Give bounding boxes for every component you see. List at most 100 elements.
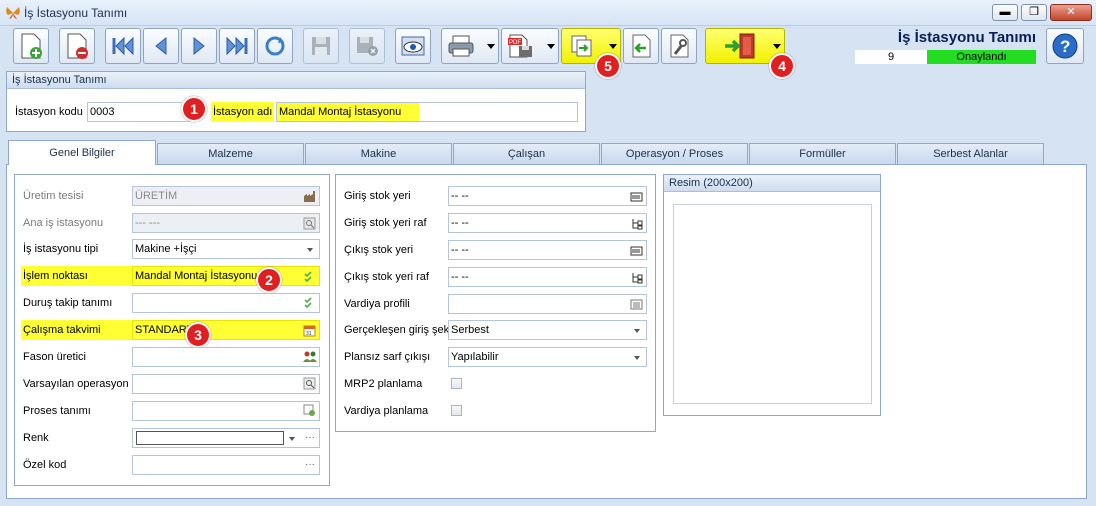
station-code-label: İstasyon kodu bbox=[15, 106, 83, 118]
station-code-input[interactable]: 0003 bbox=[87, 102, 191, 122]
delete-button[interactable] bbox=[59, 28, 95, 64]
production-site-value: ÜRETİM bbox=[135, 190, 178, 202]
back-icon bbox=[632, 34, 651, 58]
title-bar bbox=[0, 0, 1096, 26]
minimize-button[interactable]: ▬ bbox=[992, 4, 1018, 21]
last-record-icon bbox=[226, 36, 248, 56]
window-title: İş İstasyonu Tanımı bbox=[24, 6, 128, 20]
station-type-select[interactable]: Makine +İşçi bbox=[132, 239, 320, 259]
tools-icon bbox=[670, 34, 689, 58]
mrp2-planning-checkbox[interactable] bbox=[451, 378, 462, 389]
tab-material[interactable]: Malzeme bbox=[157, 143, 304, 164]
refresh-button[interactable] bbox=[257, 28, 293, 64]
realized-entry-select[interactable]: Serbest bbox=[448, 320, 647, 340]
delete-document-icon bbox=[67, 33, 88, 59]
process-point-value: Mandal Montaj İstasyonu bbox=[135, 270, 258, 282]
chevron-down-icon bbox=[547, 44, 555, 49]
input-stock-input[interactable]: -- -- bbox=[448, 186, 647, 206]
tab-formulas[interactable]: Formüller bbox=[749, 143, 896, 164]
save-button[interactable] bbox=[303, 28, 339, 64]
color-input[interactable]: ··· bbox=[132, 428, 320, 448]
preview-button[interactable] bbox=[395, 28, 431, 64]
search-icon bbox=[303, 217, 316, 230]
save-disabled-icon bbox=[312, 37, 330, 55]
refresh-icon bbox=[265, 36, 285, 56]
first-record-button[interactable] bbox=[105, 28, 141, 64]
next-record-button[interactable] bbox=[181, 28, 217, 64]
back-button[interactable] bbox=[623, 28, 659, 64]
unplanned-consumption-select[interactable]: Yapılabilir bbox=[448, 347, 647, 367]
parent-station-value: --- --- bbox=[135, 217, 161, 229]
export-button[interactable]: PDF bbox=[501, 28, 559, 64]
group-title: İş İstasyonu Tanımı bbox=[7, 72, 585, 89]
shift-profile-label: Vardiya profili bbox=[344, 298, 410, 310]
input-stock-label: Giriş stok yeri bbox=[344, 190, 411, 202]
tree-icon bbox=[632, 219, 643, 230]
warehouse-icon bbox=[630, 246, 643, 256]
maximize-button[interactable]: ❐ bbox=[1021, 4, 1047, 21]
annotation-badge: 4 bbox=[769, 53, 795, 79]
input-stock-value: -- -- bbox=[451, 190, 469, 202]
checklist-icon bbox=[304, 271, 312, 283]
transfer-icon bbox=[571, 35, 592, 57]
butterfly-icon bbox=[6, 7, 20, 19]
chevron-down-icon bbox=[289, 437, 295, 441]
previous-record-button[interactable] bbox=[143, 28, 179, 64]
image-box[interactable] bbox=[673, 204, 872, 404]
parent-station-input[interactable]: --- --- bbox=[132, 213, 320, 233]
save-close-button[interactable] bbox=[349, 28, 385, 64]
shift-planning-checkbox[interactable] bbox=[451, 405, 462, 416]
close-button[interactable]: ✕ bbox=[1050, 4, 1092, 21]
annotation-badge: 5 bbox=[595, 53, 621, 79]
first-record-icon bbox=[112, 36, 134, 56]
tab-free-fields[interactable]: Serbest Alanlar bbox=[897, 143, 1044, 164]
chevron-down-icon bbox=[307, 248, 313, 252]
input-shelf-input[interactable]: -- -- bbox=[448, 213, 647, 233]
help-button[interactable]: ? bbox=[1046, 28, 1084, 64]
tab-general[interactable]: Genel Bilgiler bbox=[8, 140, 156, 165]
last-record-button[interactable] bbox=[219, 28, 255, 64]
output-shelf-input[interactable]: -- -- bbox=[448, 267, 647, 287]
tools-button[interactable] bbox=[661, 28, 697, 64]
station-name-label: İstasyon adı bbox=[211, 102, 275, 122]
unplanned-consumption-value: Yapılabilir bbox=[451, 351, 499, 363]
production-site-input[interactable]: ÜRETİM bbox=[132, 186, 320, 206]
color-label: Renk bbox=[23, 432, 49, 444]
input-shelf-value: -- -- bbox=[451, 217, 469, 229]
svg-text:PDF: PDF bbox=[509, 40, 521, 46]
new-button[interactable] bbox=[13, 28, 49, 64]
ellipsis-icon[interactable]: ··· bbox=[305, 429, 315, 447]
output-stock-input[interactable]: -- -- bbox=[448, 240, 647, 260]
mrp2-planning-label: MRP2 planlama bbox=[344, 378, 423, 390]
shift-profile-input[interactable] bbox=[448, 294, 647, 314]
station-name-input[interactable]: Mandal Montaj İstasyonu bbox=[276, 102, 578, 122]
default-operation-input[interactable] bbox=[132, 374, 320, 394]
process-point-input[interactable]: Mandal Montaj İstasyonu bbox=[132, 266, 320, 286]
downtime-label: Duruş takip tanımı bbox=[23, 297, 113, 309]
svg-text:31: 31 bbox=[306, 331, 312, 337]
downtime-input[interactable] bbox=[132, 293, 320, 313]
tab-operation[interactable]: Operasyon / Proses bbox=[601, 143, 748, 164]
realized-entry-value: Serbest bbox=[451, 324, 489, 336]
subcontractor-input[interactable] bbox=[132, 347, 320, 367]
new-document-icon bbox=[21, 33, 42, 59]
special-code-input[interactable]: ··· bbox=[132, 455, 320, 475]
tab-machine[interactable]: Makine bbox=[305, 143, 452, 164]
chevron-down-icon bbox=[634, 329, 640, 333]
chevron-down-icon bbox=[487, 44, 495, 49]
print-button[interactable] bbox=[441, 28, 499, 64]
tab-employee[interactable]: Çalışan bbox=[453, 143, 600, 164]
list-icon bbox=[630, 299, 643, 310]
work-calendar-input[interactable]: STANDART 31 bbox=[132, 320, 320, 340]
input-shelf-label: Giriş stok yeri raf bbox=[344, 217, 427, 229]
process-definition-input[interactable] bbox=[132, 401, 320, 421]
production-site-label: Üretim tesisi bbox=[23, 190, 84, 202]
form-title: İş İstasyonu Tanımı bbox=[897, 29, 1036, 46]
previous-record-icon bbox=[155, 36, 167, 56]
chevron-down-icon bbox=[773, 44, 781, 49]
save-close-disabled-icon bbox=[357, 37, 378, 56]
realized-entry-label: Gerçekleşen giriş şekli bbox=[344, 324, 455, 336]
color-swatch bbox=[136, 431, 284, 445]
ellipsis-icon[interactable]: ··· bbox=[305, 456, 315, 474]
warehouse-icon bbox=[630, 192, 643, 202]
